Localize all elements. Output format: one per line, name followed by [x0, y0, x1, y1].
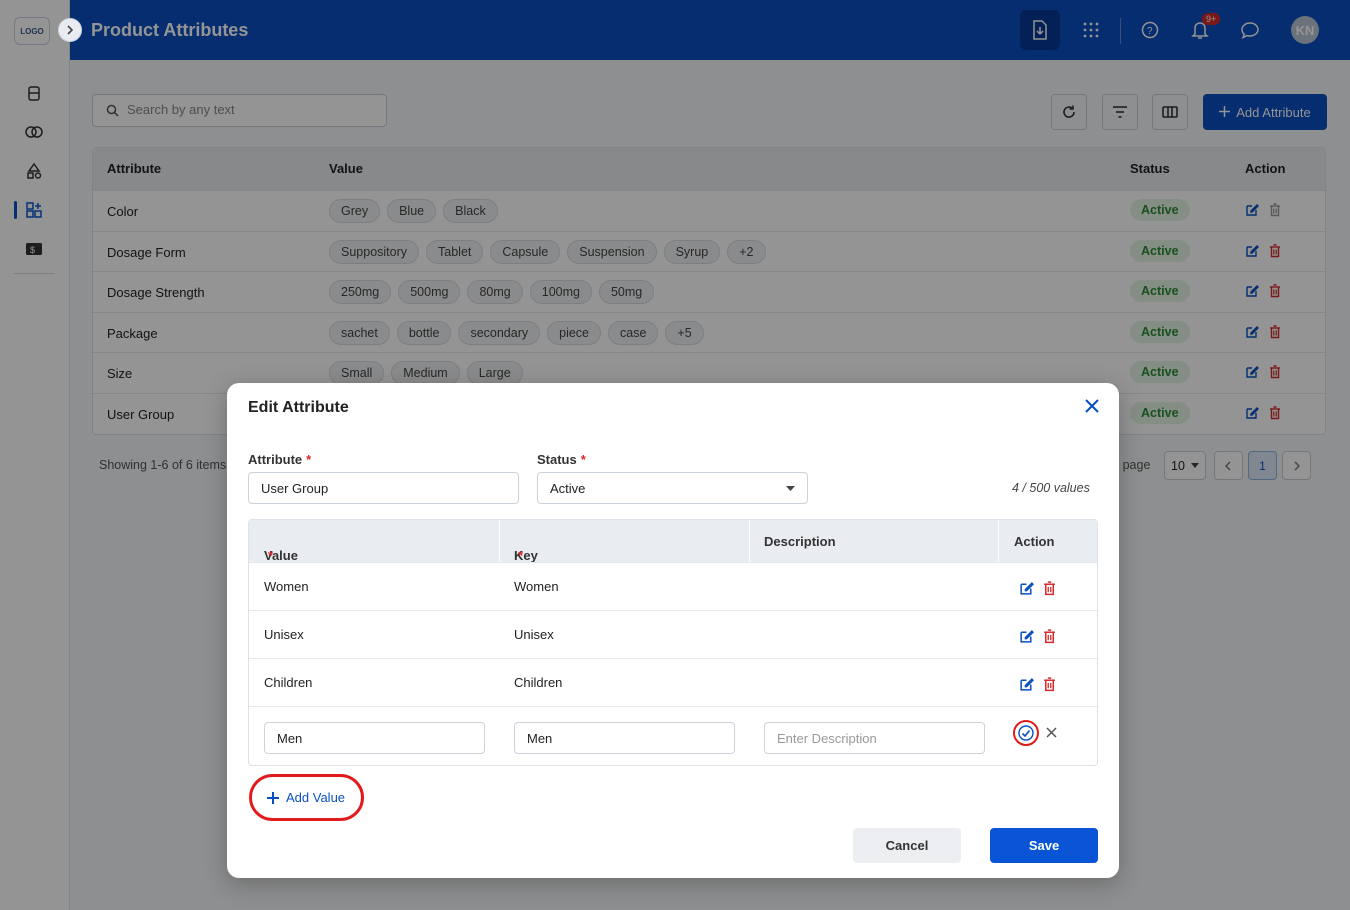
status-select[interactable]: Active — [537, 472, 808, 504]
status-field-label: Status * — [537, 452, 586, 467]
required-marker: * — [518, 548, 524, 563]
value-cell: Women — [264, 579, 309, 594]
cancel-button[interactable]: Cancel — [853, 828, 961, 863]
key-cell: Unisex — [514, 627, 554, 642]
key-input[interactable]: Men — [514, 722, 735, 754]
confirm-value-button[interactable] — [1013, 720, 1039, 746]
attribute-name-input[interactable]: User Group — [248, 472, 519, 504]
description-input[interactable]: Enter Description — [764, 722, 985, 754]
value-cell: Children — [264, 675, 313, 690]
attribute-label-text: Attribute — [248, 452, 303, 467]
values-table-body: Women Women Unisex Unisex Children Child… — [249, 562, 1097, 706]
value-row-actions — [1019, 581, 1056, 599]
attribute-field-label: Attribute * — [248, 452, 311, 467]
key-cell: Children — [514, 675, 563, 690]
required-marker: * — [306, 452, 312, 467]
plus-icon — [267, 791, 279, 804]
status-label-text: Status — [537, 452, 577, 467]
sidebar-toggle-button[interactable] — [58, 18, 82, 42]
value-row-actions — [1019, 677, 1056, 695]
chevron-right-icon — [67, 25, 74, 35]
edit-icon[interactable] — [1019, 677, 1034, 695]
required-marker: * — [268, 548, 274, 563]
caret-down-icon — [786, 486, 795, 491]
column-divider — [499, 520, 500, 562]
add-value-button[interactable]: Add Value — [267, 790, 345, 805]
values-table-header: Value * Key * Description Action — [249, 520, 1097, 563]
column-divider — [998, 520, 999, 562]
delete-icon[interactable] — [1043, 629, 1056, 647]
value-input[interactable]: Men — [264, 722, 485, 754]
edit-attribute-dialog: Edit Attribute Attribute * User Group Sta… — [227, 383, 1119, 878]
save-button[interactable]: Save — [990, 828, 1098, 863]
add-value-label: Add Value — [286, 790, 346, 805]
delete-icon[interactable] — [1043, 581, 1056, 599]
values-count: 4 / 500 values — [1012, 481, 1090, 495]
close-icon[interactable] — [1085, 399, 1103, 417]
delete-icon[interactable] — [1043, 677, 1056, 695]
value-row: Unisex Unisex — [249, 610, 1097, 658]
value-row: Children Children — [249, 658, 1097, 706]
status-select-value: Active — [550, 481, 586, 496]
edit-value-row: Men Men Enter Description — [249, 706, 1097, 768]
key-cell: Women — [514, 579, 559, 594]
col-action-header: Action — [1014, 534, 1055, 549]
value-row-actions — [1019, 629, 1056, 647]
column-divider — [749, 520, 750, 562]
edit-icon[interactable] — [1019, 581, 1034, 599]
cancel-edit-icon[interactable] — [1046, 726, 1057, 741]
value-row: Women Women — [249, 562, 1097, 610]
col-description-header: Description — [764, 534, 836, 549]
edit-icon[interactable] — [1019, 629, 1034, 647]
dialog-title: Edit Attribute — [248, 399, 349, 416]
required-marker: * — [580, 452, 586, 467]
check-circle-icon — [1018, 725, 1034, 741]
values-table: Value * Key * Description Action Women Wom… — [248, 519, 1098, 766]
value-cell: Unisex — [264, 627, 304, 642]
